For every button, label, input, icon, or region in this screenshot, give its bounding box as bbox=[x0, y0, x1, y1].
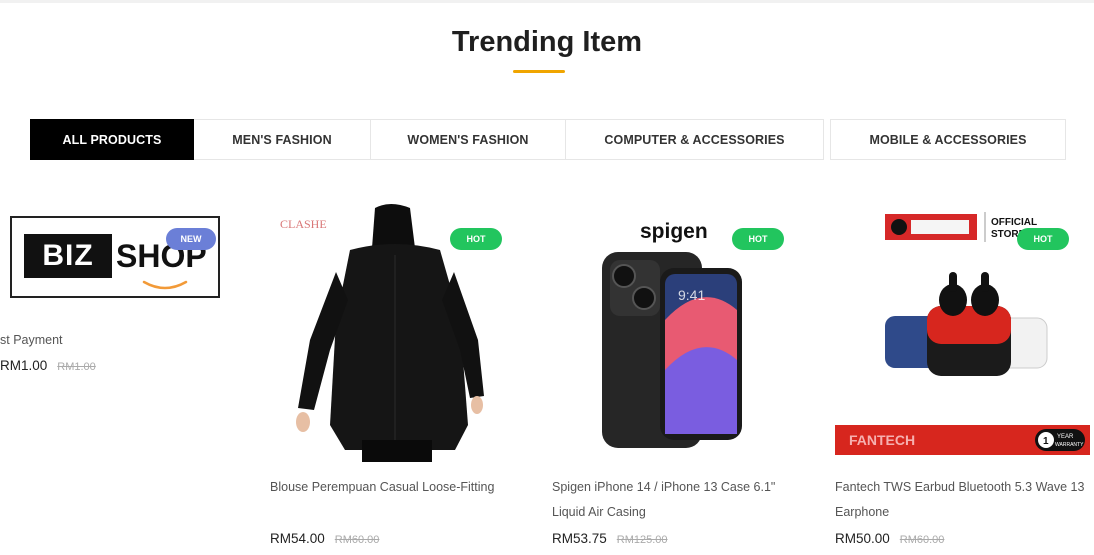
section-title: Trending Item bbox=[451, 26, 643, 58]
new-badge: NEW bbox=[166, 228, 216, 250]
tab-mobile-accessories[interactable]: MOBILE & ACCESSORIES bbox=[830, 119, 1066, 160]
category-tabs: ALL PRODUCTS MEN'S FASHION WOMEN'S FASHI… bbox=[30, 119, 1066, 160]
bizshop-logo-left: BIZ bbox=[24, 234, 112, 278]
svg-text:1: 1 bbox=[1043, 436, 1049, 447]
product-name[interactable]: st Payment bbox=[0, 328, 150, 353]
product-name[interactable]: Fantech TWS Earbud Bluetooth 5.3 Wave 13… bbox=[835, 475, 1085, 525]
product-name[interactable]: Spigen iPhone 14 / iPhone 13 Case 6.1" L… bbox=[552, 475, 802, 525]
old-price: RM60.00 bbox=[899, 534, 945, 546]
hot-badge: HOT bbox=[450, 228, 502, 250]
old-price: RM125.00 bbox=[616, 534, 668, 546]
svg-text:OFFICIAL: OFFICIAL bbox=[991, 217, 1037, 228]
brand-text: CLASHE bbox=[280, 217, 327, 231]
product-price: RM54.00 RM60.00 bbox=[270, 530, 379, 548]
hot-badge: HOT bbox=[1017, 228, 1069, 250]
current-price: RM54.00 bbox=[270, 531, 325, 546]
brand-text: spigen bbox=[640, 220, 708, 243]
product-price: RM1.00 RM1.00 bbox=[0, 357, 96, 375]
tab-computer-accessories[interactable]: COMPUTER & ACCESSORIES bbox=[566, 119, 824, 160]
product-name[interactable]: Blouse Perempuan Casual Loose-Fitting bbox=[270, 475, 520, 500]
hot-badge: HOT bbox=[732, 228, 784, 250]
current-price: RM50.00 bbox=[835, 531, 890, 546]
title-underline bbox=[513, 70, 565, 73]
old-price: RM60.00 bbox=[334, 534, 380, 546]
current-price: RM1.00 bbox=[0, 358, 48, 373]
product-price: RM50.00 RM60.00 bbox=[835, 530, 944, 548]
tab-mens-fashion[interactable]: MEN'S FASHION bbox=[194, 119, 371, 160]
svg-text:WARRANTY: WARRANTY bbox=[1055, 442, 1084, 448]
product-price: RM53.75 RM125.00 bbox=[552, 530, 668, 548]
svg-text:YEAR: YEAR bbox=[1057, 434, 1074, 440]
brand-text: FANTECH bbox=[849, 432, 915, 448]
svg-text:9:41: 9:41 bbox=[678, 287, 705, 303]
top-divider bbox=[0, 0, 1094, 3]
old-price: RM1.00 bbox=[57, 361, 96, 373]
smile-icon bbox=[142, 280, 188, 290]
tab-womens-fashion[interactable]: WOMEN'S FASHION bbox=[371, 119, 566, 160]
current-price: RM53.75 bbox=[552, 531, 607, 546]
tab-all-products[interactable]: ALL PRODUCTS bbox=[30, 119, 194, 160]
